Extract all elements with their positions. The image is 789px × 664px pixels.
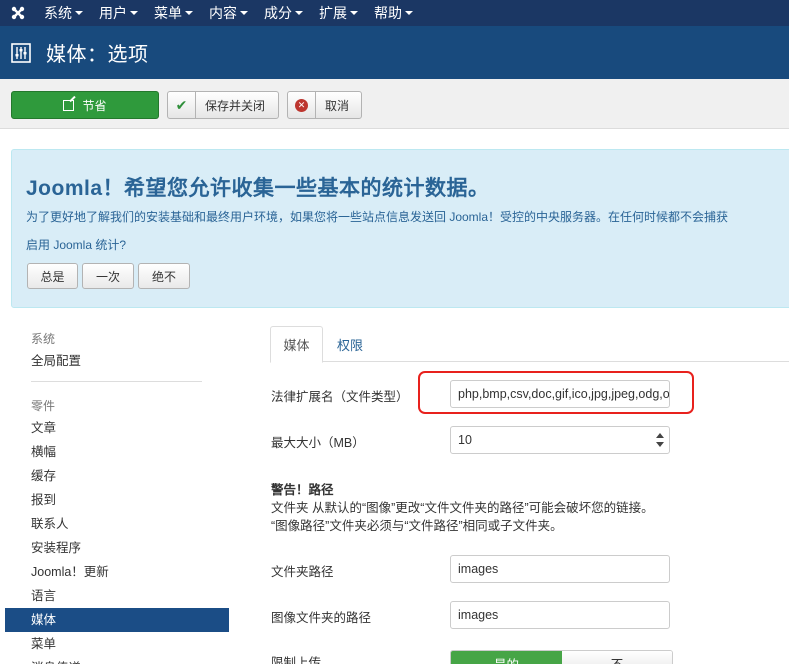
file-path-input[interactable]: images [450,555,670,583]
menu-components[interactable]: 成分 [256,0,311,26]
menu-menus[interactable]: 菜单 [146,0,201,26]
alert-description: 为了更好地了解我们的安装基础和最终用户环境，如果您将一些站点信息发送回 Joom… [26,210,729,224]
menu-system[interactable]: 系统 [36,0,91,26]
always-button[interactable]: 总是 [27,263,78,289]
page-title: 媒体：选项 [46,44,149,66]
caret-down-icon [75,11,83,15]
stepper-arrows-icon[interactable] [656,433,664,447]
restrict-uploads-label: 限制上传 [271,656,322,664]
sidebar-item-contacts[interactable]: 联系人 [5,512,229,536]
cancel-circle-icon: ✕ [288,92,316,118]
cancel-button[interactable]: ✕ 取消 [287,91,362,119]
caret-down-icon [130,11,138,15]
extensions-label: 法律扩展名（文件类型） [271,390,409,404]
menu-content[interactable]: 内容 [201,0,256,26]
image-path-label: 图像文件夹的路径 [271,611,372,625]
caret-down-icon [240,11,248,15]
sidebar-divider [31,381,202,382]
sidebar-item-global-config[interactable]: 全局配置 [5,349,229,373]
sidebar-item-articles[interactable]: 文章 [5,416,229,440]
toggle-yes-button[interactable]: 是的 [451,651,562,664]
page-title-bar: 媒体：选项 [0,26,789,79]
alert-heading: Joomla！希望您允许收集一些基本的统计数据。 [26,177,490,200]
save-and-close-button[interactable]: ✔ 保存并关闭 [167,91,279,119]
stats-alert: Joomla！希望您允许收集一些基本的统计数据。 为了更好地了解我们的安装基础和… [11,149,789,308]
tab-media[interactable]: 媒体 [270,326,323,363]
warning-title: 警告！路径 [271,483,334,497]
joomla-logo-icon[interactable] [0,0,36,26]
sidebar-item-messaging[interactable]: 消息传递 [5,656,229,664]
top-menu-bar: 系统 用户 菜单 内容 成分 扩展 帮助 [0,0,789,26]
max-size-label: 最大大小（MB） [271,436,365,450]
sidebar-item-checkin[interactable]: 报到 [5,488,229,512]
sidebar-item-cache[interactable]: 缓存 [5,464,229,488]
menu-extensions[interactable]: 扩展 [311,0,366,26]
sidebar-section-components: 零件 [31,399,56,413]
toggle-no-button[interactable]: 不 [562,651,672,664]
warning-text-line1: 文件夹 从默认的“图像”更改“文件文件夹的路径”可能会破坏您的链接。 [271,501,654,515]
edit-icon [63,99,75,111]
tab-permissions[interactable]: 权限 [327,326,373,362]
options-tabs: 媒体 权限 [270,326,789,363]
once-button[interactable]: 一次 [82,263,134,289]
main-menu: 系统 用户 菜单 内容 成分 扩展 帮助 [36,0,421,26]
sidebar-item-languages[interactable]: 语言 [5,584,229,608]
menu-help[interactable]: 帮助 [366,0,421,26]
file-path-label: 文件夹路径 [271,565,334,579]
sidebar-item-menus[interactable]: 菜单 [5,632,229,656]
menu-users[interactable]: 用户 [91,0,146,26]
checkmark-icon: ✔ [168,92,196,118]
image-path-input[interactable]: images [450,601,670,629]
caret-down-icon [350,11,358,15]
sidebar-item-joomla-update[interactable]: Joomla！更新 [5,560,229,584]
max-size-input[interactable]: 10 [450,426,670,454]
caret-down-icon [405,11,413,15]
never-button[interactable]: 绝不 [138,263,190,289]
caret-down-icon [295,11,303,15]
toolbar: 节省 ✔ 保存并关闭 ✕ 取消 [0,79,789,129]
save-button[interactable]: 节省 [11,91,159,119]
alert-question: 启用 Joomla 统计? [26,238,127,252]
caret-down-icon [185,11,193,15]
highlight-annotation [418,371,694,414]
sidebar-item-media[interactable]: 媒体 [5,608,229,632]
sidebar-section-system: 系统 [31,332,56,346]
options-sliders-icon [11,42,31,63]
sidebar-item-installer[interactable]: 安装程序 [5,536,229,560]
restrict-uploads-toggle: 是的 不 [450,650,673,664]
sidebar-item-banners[interactable]: 横幅 [5,440,229,464]
warning-text-line2: “图像路径”文件夹必须与“文件路径”相同或子文件夹。 [271,519,563,533]
